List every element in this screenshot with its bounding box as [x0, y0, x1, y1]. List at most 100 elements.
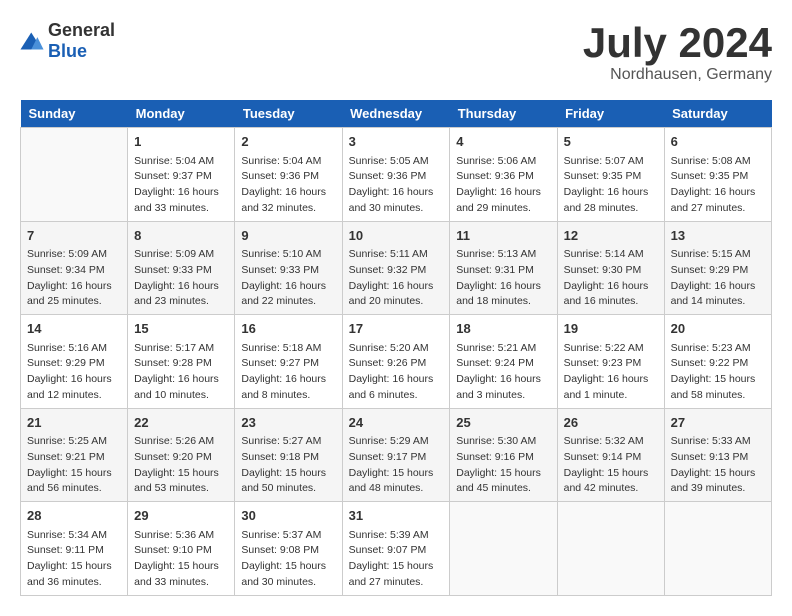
day-info: Sunrise: 5:29 AM Sunset: 9:17 PM Dayligh…: [349, 434, 444, 497]
calendar-cell: 1Sunrise: 5:04 AM Sunset: 9:37 PM Daylig…: [128, 128, 235, 222]
header-day-tuesday: Tuesday: [235, 100, 342, 128]
day-number: 16: [241, 319, 335, 339]
header-day-friday: Friday: [557, 100, 664, 128]
day-info: Sunrise: 5:09 AM Sunset: 9:33 PM Dayligh…: [134, 247, 228, 310]
calendar-cell: [21, 128, 128, 222]
calendar-cell: 13Sunrise: 5:15 AM Sunset: 9:29 PM Dayli…: [664, 221, 771, 315]
subtitle: Nordhausen, Germany: [583, 66, 772, 84]
day-number: 11: [456, 226, 550, 246]
day-number: 21: [27, 413, 121, 433]
calendar-week-row: 28Sunrise: 5:34 AM Sunset: 9:11 PM Dayli…: [21, 502, 772, 596]
day-number: 10: [349, 226, 444, 246]
day-number: 24: [349, 413, 444, 433]
calendar-cell: 28Sunrise: 5:34 AM Sunset: 9:11 PM Dayli…: [21, 502, 128, 596]
calendar-cell: 22Sunrise: 5:26 AM Sunset: 9:20 PM Dayli…: [128, 408, 235, 502]
day-info: Sunrise: 5:37 AM Sunset: 9:08 PM Dayligh…: [241, 528, 335, 591]
day-number: 23: [241, 413, 335, 433]
day-info: Sunrise: 5:18 AM Sunset: 9:27 PM Dayligh…: [241, 341, 335, 404]
calendar-cell: 4Sunrise: 5:06 AM Sunset: 9:36 PM Daylig…: [450, 128, 557, 222]
day-info: Sunrise: 5:13 AM Sunset: 9:31 PM Dayligh…: [456, 247, 550, 310]
day-number: 12: [564, 226, 658, 246]
calendar-cell: 21Sunrise: 5:25 AM Sunset: 9:21 PM Dayli…: [21, 408, 128, 502]
day-number: 19: [564, 319, 658, 339]
day-info: Sunrise: 5:21 AM Sunset: 9:24 PM Dayligh…: [456, 341, 550, 404]
day-info: Sunrise: 5:23 AM Sunset: 9:22 PM Dayligh…: [671, 341, 765, 404]
day-number: 8: [134, 226, 228, 246]
day-number: 26: [564, 413, 658, 433]
calendar-cell: [450, 502, 557, 596]
day-number: 30: [241, 506, 335, 526]
day-info: Sunrise: 5:15 AM Sunset: 9:29 PM Dayligh…: [671, 247, 765, 310]
calendar-cell: 5Sunrise: 5:07 AM Sunset: 9:35 PM Daylig…: [557, 128, 664, 222]
header-day-thursday: Thursday: [450, 100, 557, 128]
day-number: 28: [27, 506, 121, 526]
header-day-sunday: Sunday: [21, 100, 128, 128]
header-day-saturday: Saturday: [664, 100, 771, 128]
day-info: Sunrise: 5:34 AM Sunset: 9:11 PM Dayligh…: [27, 528, 121, 591]
calendar-cell: 15Sunrise: 5:17 AM Sunset: 9:28 PM Dayli…: [128, 315, 235, 409]
day-info: Sunrise: 5:10 AM Sunset: 9:33 PM Dayligh…: [241, 247, 335, 310]
day-number: 9: [241, 226, 335, 246]
logo-icon: [20, 31, 44, 51]
day-number: 6: [671, 132, 765, 152]
day-info: Sunrise: 5:08 AM Sunset: 9:35 PM Dayligh…: [671, 154, 765, 217]
calendar-cell: 14Sunrise: 5:16 AM Sunset: 9:29 PM Dayli…: [21, 315, 128, 409]
calendar-cell: 16Sunrise: 5:18 AM Sunset: 9:27 PM Dayli…: [235, 315, 342, 409]
day-info: Sunrise: 5:16 AM Sunset: 9:29 PM Dayligh…: [27, 341, 121, 404]
calendar-cell: 26Sunrise: 5:32 AM Sunset: 9:14 PM Dayli…: [557, 408, 664, 502]
month-title: July 2024: [583, 20, 772, 66]
header-day-monday: Monday: [128, 100, 235, 128]
calendar-week-row: 21Sunrise: 5:25 AM Sunset: 9:21 PM Dayli…: [21, 408, 772, 502]
day-info: Sunrise: 5:06 AM Sunset: 9:36 PM Dayligh…: [456, 154, 550, 217]
day-info: Sunrise: 5:26 AM Sunset: 9:20 PM Dayligh…: [134, 434, 228, 497]
day-info: Sunrise: 5:27 AM Sunset: 9:18 PM Dayligh…: [241, 434, 335, 497]
calendar-cell: 3Sunrise: 5:05 AM Sunset: 9:36 PM Daylig…: [342, 128, 450, 222]
calendar-header-row: SundayMondayTuesdayWednesdayThursdayFrid…: [21, 100, 772, 128]
day-number: 31: [349, 506, 444, 526]
day-number: 18: [456, 319, 550, 339]
calendar-week-row: 1Sunrise: 5:04 AM Sunset: 9:37 PM Daylig…: [21, 128, 772, 222]
day-number: 20: [671, 319, 765, 339]
day-info: Sunrise: 5:25 AM Sunset: 9:21 PM Dayligh…: [27, 434, 121, 497]
logo-text-general: General: [48, 20, 115, 40]
day-info: Sunrise: 5:05 AM Sunset: 9:36 PM Dayligh…: [349, 154, 444, 217]
calendar-cell: 7Sunrise: 5:09 AM Sunset: 9:34 PM Daylig…: [21, 221, 128, 315]
day-number: 2: [241, 132, 335, 152]
calendar-cell: 10Sunrise: 5:11 AM Sunset: 9:32 PM Dayli…: [342, 221, 450, 315]
day-info: Sunrise: 5:36 AM Sunset: 9:10 PM Dayligh…: [134, 528, 228, 591]
day-info: Sunrise: 5:20 AM Sunset: 9:26 PM Dayligh…: [349, 341, 444, 404]
calendar-cell: [664, 502, 771, 596]
calendar-cell: 20Sunrise: 5:23 AM Sunset: 9:22 PM Dayli…: [664, 315, 771, 409]
day-info: Sunrise: 5:07 AM Sunset: 9:35 PM Dayligh…: [564, 154, 658, 217]
calendar-cell: 2Sunrise: 5:04 AM Sunset: 9:36 PM Daylig…: [235, 128, 342, 222]
day-info: Sunrise: 5:14 AM Sunset: 9:30 PM Dayligh…: [564, 247, 658, 310]
day-number: 13: [671, 226, 765, 246]
day-info: Sunrise: 5:09 AM Sunset: 9:34 PM Dayligh…: [27, 247, 121, 310]
day-info: Sunrise: 5:30 AM Sunset: 9:16 PM Dayligh…: [456, 434, 550, 497]
calendar-cell: 11Sunrise: 5:13 AM Sunset: 9:31 PM Dayli…: [450, 221, 557, 315]
day-info: Sunrise: 5:04 AM Sunset: 9:36 PM Dayligh…: [241, 154, 335, 217]
calendar-cell: [557, 502, 664, 596]
calendar-cell: 27Sunrise: 5:33 AM Sunset: 9:13 PM Dayli…: [664, 408, 771, 502]
day-info: Sunrise: 5:04 AM Sunset: 9:37 PM Dayligh…: [134, 154, 228, 217]
day-info: Sunrise: 5:17 AM Sunset: 9:28 PM Dayligh…: [134, 341, 228, 404]
day-number: 7: [27, 226, 121, 246]
day-info: Sunrise: 5:32 AM Sunset: 9:14 PM Dayligh…: [564, 434, 658, 497]
day-number: 22: [134, 413, 228, 433]
day-info: Sunrise: 5:22 AM Sunset: 9:23 PM Dayligh…: [564, 341, 658, 404]
calendar-cell: 24Sunrise: 5:29 AM Sunset: 9:17 PM Dayli…: [342, 408, 450, 502]
day-number: 4: [456, 132, 550, 152]
day-number: 29: [134, 506, 228, 526]
calendar-cell: 8Sunrise: 5:09 AM Sunset: 9:33 PM Daylig…: [128, 221, 235, 315]
day-info: Sunrise: 5:33 AM Sunset: 9:13 PM Dayligh…: [671, 434, 765, 497]
calendar-week-row: 7Sunrise: 5:09 AM Sunset: 9:34 PM Daylig…: [21, 221, 772, 315]
header: General Blue July 2024 Nordhausen, Germa…: [20, 20, 772, 84]
day-number: 17: [349, 319, 444, 339]
day-number: 3: [349, 132, 444, 152]
calendar-cell: 17Sunrise: 5:20 AM Sunset: 9:26 PM Dayli…: [342, 315, 450, 409]
calendar-cell: 9Sunrise: 5:10 AM Sunset: 9:33 PM Daylig…: [235, 221, 342, 315]
calendar-cell: 25Sunrise: 5:30 AM Sunset: 9:16 PM Dayli…: [450, 408, 557, 502]
calendar-cell: 29Sunrise: 5:36 AM Sunset: 9:10 PM Dayli…: [128, 502, 235, 596]
day-number: 27: [671, 413, 765, 433]
calendar-cell: 18Sunrise: 5:21 AM Sunset: 9:24 PM Dayli…: [450, 315, 557, 409]
